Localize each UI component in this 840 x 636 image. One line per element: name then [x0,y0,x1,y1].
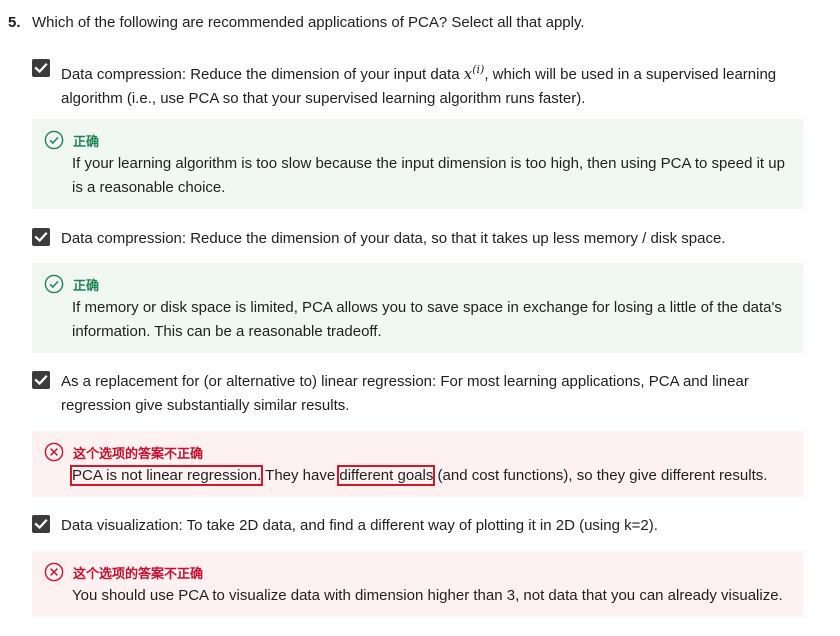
feedback-text: PCA is not linear regression. They have … [69,465,768,486]
check-circle-icon [44,130,64,150]
math-variable: x [463,65,473,83]
feedback-status-label: 正确 [73,133,100,149]
question-number: 5. [8,14,21,31]
option-2-text: Data compression: Reduce the dimension o… [61,230,726,247]
option-3[interactable]: As a replacement for (or alternative to)… [32,370,802,418]
option-1-text: Data compression: Reduce the dimension o… [61,63,777,107]
feedback-status-label: 这个选项的答案不正确 [73,445,204,461]
x-circle-icon [44,442,64,462]
feedback-status-label: 正确 [73,277,100,293]
option-3-text: As a replacement for (or alternative to)… [61,373,749,414]
checkbox-checked-icon[interactable] [32,228,50,246]
feedback-text: If memory or disk space is limited, PCA … [72,299,782,340]
option-2[interactable]: Data compression: Reduce the dimension o… [32,227,802,251]
highlighted-phrase: different goals [337,465,436,486]
x-circle-icon [44,562,64,582]
checkbox-checked-icon[interactable] [32,59,50,77]
feedback-2: 正确 If memory or disk space is limited, P… [32,263,803,353]
checkbox-checked-icon[interactable] [32,515,50,533]
feedback-4: 这个选项的答案不正确 You should use PCA to visuali… [32,551,803,617]
feedback-text: You should use PCA to visualize data wit… [72,587,783,604]
math-superscript: (i) [472,63,485,76]
feedback-1: 正确 If your learning algorithm is too slo… [32,119,803,209]
option-4-text: Data visualization: To take 2D data, and… [61,517,658,534]
highlighted-phrase: PCA is not linear regression. [69,465,264,486]
feedback-text: If your learning algorithm is too slow b… [72,155,785,196]
option-1[interactable]: Data compression: Reduce the dimension o… [32,58,802,111]
feedback-status-label: 这个选项的答案不正确 [73,565,204,581]
question-text: Which of the following are recommended a… [32,14,585,31]
feedback-3: 这个选项的答案不正确 PCA is not linear regression.… [32,431,803,497]
check-circle-icon [44,274,64,294]
question-5: 5. Which of the following are recommende… [8,12,828,34]
checkbox-checked-icon[interactable] [32,371,50,389]
option-4[interactable]: Data visualization: To take 2D data, and… [32,514,802,538]
